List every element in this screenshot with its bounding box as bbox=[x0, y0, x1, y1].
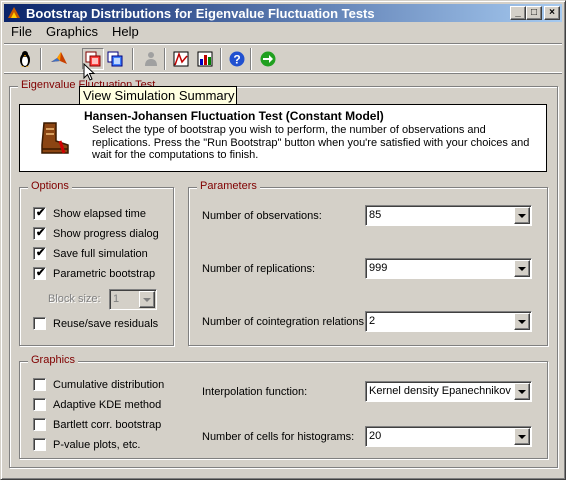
observations-label: Number of observations: bbox=[202, 210, 322, 222]
chart-icon[interactable] bbox=[194, 48, 216, 70]
checkbox-label: P-value plots, etc. bbox=[53, 438, 141, 451]
menu-help[interactable]: Help bbox=[105, 23, 146, 41]
p-value-plots-checkbox[interactable]: P-value plots, etc. bbox=[33, 438, 140, 451]
menu-file[interactable]: File bbox=[4, 23, 39, 41]
chevron-down-icon[interactable] bbox=[514, 260, 530, 277]
penguin-icon[interactable] bbox=[14, 48, 36, 70]
chevron-down-icon[interactable] bbox=[514, 207, 530, 224]
tooltip: View Simulation Summary bbox=[79, 86, 237, 105]
replications-select[interactable]: 999 bbox=[365, 258, 532, 279]
chevron-down-icon[interactable] bbox=[514, 428, 530, 445]
cointegration-relations-select[interactable]: 2 bbox=[365, 311, 532, 332]
block-size-select: 1 bbox=[109, 289, 157, 310]
menu-graphics[interactable]: Graphics bbox=[39, 23, 105, 41]
test-header: Hansen-Johansen Fluctuation Test (Consta… bbox=[19, 104, 547, 172]
main-window: Bootstrap Distributions for Eigenvalue F… bbox=[0, 0, 566, 480]
checkbox-label: Show elapsed time bbox=[53, 207, 146, 220]
interpolation-function-select[interactable]: Kernel density Epanechnikov bbox=[365, 381, 532, 402]
minimize-button[interactable]: _ bbox=[510, 6, 526, 20]
copy-icon bbox=[107, 51, 123, 67]
cointegration-relations-label: Number of cointegration relations: bbox=[202, 316, 368, 328]
checkbox-label: Reuse/save residuals bbox=[53, 317, 159, 330]
interpolation-function-label: Interpolation function: bbox=[202, 386, 308, 398]
show-progress-dialog-checkbox[interactable]: ✔ Show progress dialog bbox=[33, 227, 159, 240]
help-icon[interactable]: ? bbox=[226, 48, 248, 70]
checkbox-label: Cumulative distribution bbox=[53, 378, 165, 391]
test-description: Select the type of bootstrap you wish to… bbox=[92, 124, 530, 161]
mouse-cursor-icon bbox=[83, 63, 95, 81]
bartlett-corr-bootstrap-checkbox[interactable]: Bartlett corr. bootstrap bbox=[33, 418, 161, 431]
menu-bar: File Graphics Help bbox=[4, 23, 146, 41]
window-title: Bootstrap Distributions for Eigenvalue F… bbox=[26, 5, 375, 21]
graphics-legend: Graphics bbox=[28, 354, 79, 366]
histogram-cells-label: Number of cells for histograms: bbox=[202, 431, 355, 443]
checkbox-label: Save full simulation bbox=[53, 247, 148, 260]
checkbox-label: Bartlett corr. bootstrap bbox=[53, 418, 162, 431]
title-bar[interactable]: Bootstrap Distributions for Eigenvalue F… bbox=[4, 4, 562, 22]
observations-select[interactable]: 85 bbox=[365, 205, 532, 226]
app-icon bbox=[6, 5, 22, 21]
parameters-legend: Parameters bbox=[197, 180, 260, 192]
boot-icon bbox=[34, 119, 74, 162]
show-elapsed-time-checkbox[interactable]: ✔ Show elapsed time bbox=[33, 207, 146, 220]
options-legend: Options bbox=[28, 180, 72, 192]
maximize-button[interactable]: □ bbox=[526, 6, 542, 20]
copy-button[interactable] bbox=[104, 48, 126, 70]
adaptive-kde-method-checkbox[interactable]: Adaptive KDE method bbox=[33, 398, 161, 411]
run-icon[interactable] bbox=[257, 48, 279, 70]
checkbox-label: Adaptive KDE method bbox=[53, 398, 162, 411]
plot-icon[interactable] bbox=[170, 48, 192, 70]
disabled-user-icon bbox=[140, 48, 162, 70]
save-full-simulation-checkbox[interactable]: ✔ Save full simulation bbox=[33, 247, 148, 260]
matlab-icon[interactable] bbox=[48, 48, 70, 70]
close-button[interactable]: × bbox=[544, 6, 560, 20]
checkbox-label: Show progress dialog bbox=[53, 227, 159, 240]
svg-text:?: ? bbox=[233, 53, 240, 67]
test-title: Hansen-Johansen Fluctuation Test (Consta… bbox=[84, 109, 384, 123]
chevron-down-icon[interactable] bbox=[514, 313, 530, 330]
checkbox-label: Parametric bootstrap bbox=[53, 267, 156, 280]
reuse-save-residuals-checkbox[interactable]: Reuse/save residuals bbox=[33, 317, 158, 330]
chevron-down-icon bbox=[139, 291, 155, 308]
replications-label: Number of replications: bbox=[202, 263, 316, 275]
histogram-cells-select[interactable]: 20 bbox=[365, 426, 532, 447]
cumulative-distribution-checkbox[interactable]: Cumulative distribution bbox=[33, 378, 164, 391]
chevron-down-icon[interactable] bbox=[514, 383, 530, 400]
block-size-label: Block size: bbox=[48, 293, 101, 305]
parametric-bootstrap-checkbox[interactable]: ✔ Parametric bootstrap bbox=[33, 267, 155, 280]
